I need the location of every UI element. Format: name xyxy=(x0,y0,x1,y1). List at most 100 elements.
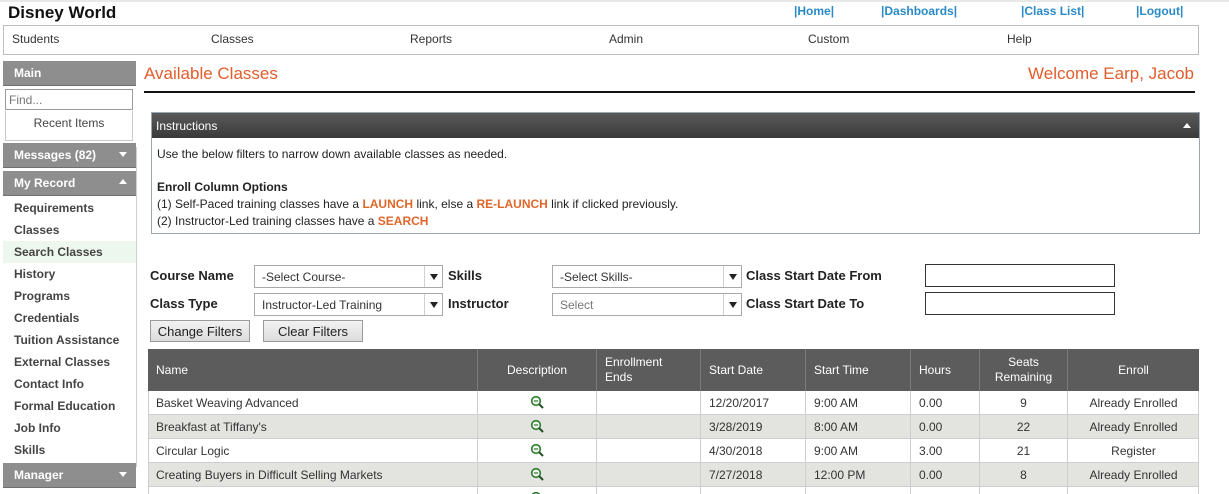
cell-seats-remaining: 21 xyxy=(980,439,1068,463)
cell-name[interactable]: Basket Weaving Advanced xyxy=(148,391,478,415)
text: (1) Self-Paced training classes have a xyxy=(157,197,363,211)
menu-help[interactable]: Help xyxy=(1007,32,1032,46)
course-name-label: Course Name xyxy=(150,268,234,283)
cell-enroll[interactable] xyxy=(1068,487,1199,494)
table-row[interactable]: Circular Logic 4/30/2018 9:00 AM 3.00 21 Regi… xyxy=(148,439,1199,463)
sidebar-item-contact-info[interactable]: Contact Info xyxy=(3,373,136,395)
header-label: Start Date xyxy=(709,362,764,377)
sidebar-item-programs[interactable]: Programs xyxy=(3,285,136,307)
table-row[interactable]: Breakfast at Tiffany's 3/28/2019 8:00 AM 0.… xyxy=(148,415,1199,439)
sidebar-divider xyxy=(136,147,137,467)
top-border xyxy=(0,0,1229,2)
recent-items-button[interactable]: Recent Items xyxy=(5,111,133,141)
instructions-line-self-paced: (1) Self-Paced training classes have a L… xyxy=(157,197,678,211)
sidebar-item-history[interactable]: History xyxy=(3,263,136,285)
instructor-select[interactable]: Select xyxy=(552,293,742,316)
column-header-hours[interactable]: Hours xyxy=(911,349,980,391)
table-border xyxy=(1198,391,1199,494)
menu-admin[interactable]: Admin xyxy=(609,32,643,46)
cell-enroll[interactable]: Already Enrolled xyxy=(1068,463,1199,487)
instructions-header[interactable]: Instructions xyxy=(152,113,1199,138)
sidebar-item-tuition-assistance[interactable]: Tuition Assistance xyxy=(3,329,136,351)
course-name-select[interactable]: -Select Course- xyxy=(254,265,443,288)
column-header-start-time[interactable]: Start Time xyxy=(806,349,911,391)
sidebar-item-credentials[interactable]: Credentials xyxy=(3,307,136,329)
magnifier-icon[interactable] xyxy=(530,419,544,433)
magnifier-icon[interactable] xyxy=(530,467,544,481)
cell-description xyxy=(478,487,597,494)
cell-enroll[interactable]: Already Enrolled xyxy=(1068,391,1199,415)
logout-link[interactable]: |Logout| xyxy=(1136,4,1183,18)
cell-description xyxy=(478,391,597,415)
cell-hours: 3.00 xyxy=(911,439,980,463)
cell-start-date: 4/30/2018 xyxy=(701,439,806,463)
cell-start-time xyxy=(806,487,911,494)
column-header-start-date[interactable]: Start Date xyxy=(701,349,806,391)
cell-start-date xyxy=(701,487,806,494)
magnifier-icon[interactable] xyxy=(530,395,544,409)
menu-classes[interactable]: Classes xyxy=(211,32,254,46)
sidebar-section-my-record[interactable]: My Record xyxy=(3,171,136,196)
cell-seats-remaining: 8 xyxy=(980,463,1068,487)
column-header-enrollment-ends[interactable]: Enrollment Ends xyxy=(597,349,701,391)
dropdown-arrow-icon xyxy=(424,266,442,287)
text: link, else a xyxy=(413,197,477,211)
start-date-to-input[interactable] xyxy=(925,292,1115,315)
cell-hours: 0.00 xyxy=(911,463,980,487)
sidebar-section-label: Manager xyxy=(14,468,64,482)
cell-enrollment-ends xyxy=(597,415,701,439)
chevron-up-icon[interactable] xyxy=(1183,123,1191,128)
sidebar-item-requirements[interactable]: Requirements xyxy=(3,197,136,219)
instructions-line: Use the below filters to narrow down ava… xyxy=(157,147,508,161)
sidebar-item-formal-education[interactable]: Formal Education xyxy=(3,395,136,417)
class-list-link[interactable]: |Class List| xyxy=(1021,4,1084,18)
dashboards-link[interactable]: |Dashboards| xyxy=(881,4,957,18)
column-header-name[interactable]: Name xyxy=(148,349,478,391)
sidebar-item-skills[interactable]: Skills xyxy=(3,439,136,461)
instructions-panel: Instructions Use the below filters to na… xyxy=(151,112,1200,234)
sidebar-item-job-info[interactable]: Job Info xyxy=(3,417,136,439)
cell-name[interactable]: Creating Buyers in Difficult Selling Mar… xyxy=(148,463,478,487)
selected-value: Select xyxy=(560,298,594,312)
cell-name[interactable] xyxy=(148,487,478,494)
menu-reports[interactable]: Reports xyxy=(410,32,452,46)
menu-custom[interactable]: Custom xyxy=(808,32,849,46)
sidebar-find-input[interactable] xyxy=(5,89,133,110)
text: link if clicked previously. xyxy=(547,197,679,211)
menu-students[interactable]: Students xyxy=(12,32,59,46)
cell-start-date: 7/27/2018 xyxy=(701,463,806,487)
sidebar-item-classes[interactable]: Classes xyxy=(3,219,136,241)
cell-seats-remaining: 22 xyxy=(980,415,1068,439)
cell-name[interactable]: Circular Logic xyxy=(148,439,478,463)
cell-enroll[interactable]: Already Enrolled xyxy=(1068,415,1199,439)
cell-name[interactable]: Breakfast at Tiffany's xyxy=(148,415,478,439)
column-header-seats-remaining[interactable]: Seats Remaining xyxy=(980,349,1068,391)
sidebar-section-messages[interactable]: Messages (82) xyxy=(3,143,136,168)
class-type-label: Class Type xyxy=(150,296,218,311)
sidebar-section-label: Main xyxy=(14,66,42,80)
app-title: Disney World xyxy=(8,3,117,22)
home-link[interactable]: |Home| xyxy=(794,4,834,18)
clear-filters-button[interactable]: Clear Filters xyxy=(263,320,363,342)
sidebar-section-label: My Record xyxy=(14,176,76,190)
skills-select[interactable]: -Select Skills- xyxy=(552,265,742,288)
cell-start-time: 12:00 PM xyxy=(806,463,911,487)
sidebar-item-external-classes[interactable]: External Classes xyxy=(3,351,136,373)
cell-enroll[interactable]: Register xyxy=(1068,439,1199,463)
column-header-description[interactable]: Description xyxy=(478,349,597,391)
cell-description xyxy=(478,463,597,487)
sidebar-section-main[interactable]: Main xyxy=(3,61,136,86)
sidebar-item-search-classes[interactable]: Search Classes xyxy=(3,241,136,263)
table-row[interactable]: Creating Buyers in Difficult Selling Mar… xyxy=(148,463,1199,487)
column-header-enroll[interactable]: Enroll xyxy=(1068,349,1199,391)
cell-description xyxy=(478,439,597,463)
cell-enrollment-ends xyxy=(597,391,701,415)
table-row[interactable] xyxy=(148,487,1199,494)
class-type-select[interactable]: Instructor-Led Training xyxy=(254,293,443,316)
cell-enrollment-ends xyxy=(597,487,701,494)
sidebar-section-manager[interactable]: Manager xyxy=(3,463,136,488)
start-date-from-input[interactable] xyxy=(925,264,1115,287)
magnifier-icon[interactable] xyxy=(530,443,544,457)
table-row[interactable]: Basket Weaving Advanced 12/20/2017 9:00 AM… xyxy=(148,391,1199,415)
change-filters-button[interactable]: Change Filters xyxy=(150,320,250,342)
